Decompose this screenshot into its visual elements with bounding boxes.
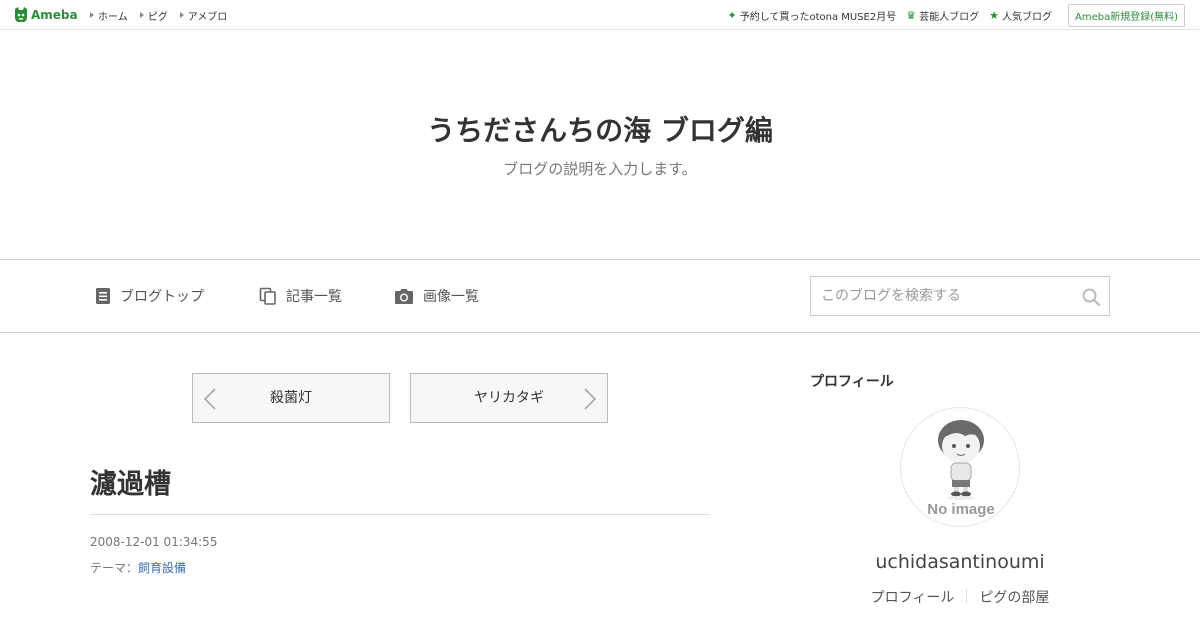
top-nav: ホーム ピグ アメブロ [90, 0, 239, 30]
no-image-avatar-icon: No image [927, 420, 995, 518]
chevron-right-icon [584, 388, 596, 410]
pigg-room-link[interactable]: ピグの部屋 [967, 587, 1061, 607]
logo-text: Ameba [31, 8, 78, 22]
caret-right-icon [179, 12, 184, 18]
blog-title[interactable]: うちださんちの海 ブログ編 [0, 109, 1200, 149]
crown-icon: ♛ [906, 8, 917, 22]
avatar-placeholder-text: No image [927, 501, 995, 518]
blog-search [810, 276, 1110, 316]
entry-theme: テーマ：飼育設備 [90, 559, 186, 576]
next-entry-button[interactable]: ヤリカタギ [410, 373, 608, 423]
avatar[interactable]: No image [900, 407, 1020, 527]
ameba-logo[interactable]: Ameba [14, 6, 78, 24]
top-link-label: 芸能人ブログ [919, 11, 980, 23]
top-right-links: ✦ 予約して買ったotona MUSE2月号 ♛ 芸能人ブログ ★ 人気ブログ Ame… [718, 0, 1185, 30]
star-icon: ★ [989, 8, 999, 22]
nav-label: 画像一覧 [423, 289, 479, 305]
blog-nav: ブログトップ 記事一覧 画像一覧 [0, 259, 1200, 333]
nav-blog-top[interactable]: ブログトップ [95, 286, 204, 306]
top-link-label: 予約して買ったotona MUSE2月号 [739, 11, 897, 23]
search-icon[interactable] [1081, 287, 1101, 307]
top-nav-pigg[interactable]: ピグ [139, 8, 168, 23]
chevron-left-icon [204, 388, 216, 410]
caret-right-icon [139, 12, 144, 18]
nav-entry-list[interactable]: 記事一覧 [259, 286, 342, 306]
document-icon [96, 288, 110, 304]
entry-title[interactable]: 濾過槽 [90, 462, 171, 501]
blog-description: ブログの説明を入力します。 [503, 160, 697, 178]
top-nav-label: アメブロ [187, 11, 228, 23]
blog-header: うちださんちの海 ブログ編 ブログの説明を入力します。 [0, 31, 1200, 259]
prev-entry-label: 殺菌灯 [270, 390, 312, 406]
profile-heading: プロフィール [810, 374, 894, 390]
top-link-label: 人気ブログ [1001, 11, 1052, 23]
top-nav-label: ホーム [98, 11, 128, 23]
search-input[interactable] [811, 277, 1071, 315]
profile-username[interactable]: uchidasantinoumi [810, 551, 1110, 573]
nav-label: 記事一覧 [286, 289, 342, 305]
title-divider [90, 514, 710, 515]
ameba-logo-icon [15, 7, 27, 22]
next-entry-label: ヤリカタギ [474, 390, 544, 406]
profile-link[interactable]: プロフィール [859, 587, 967, 607]
top-nav-home[interactable]: ホーム [90, 8, 128, 23]
register-button[interactable]: Ameba新規登録(無料) [1067, 3, 1185, 27]
nav-label: ブログトップ [120, 289, 204, 305]
prev-entry-button[interactable]: 殺菌灯 [192, 373, 390, 423]
theme-link[interactable]: 飼育設備 [138, 561, 186, 575]
camera-icon [395, 289, 413, 304]
top-nav-label: ピグ [147, 11, 168, 23]
profile-links: プロフィール ピグの部屋 [810, 587, 1110, 607]
top-nav-ameblo[interactable]: アメブロ [179, 8, 228, 23]
top-link-promo[interactable]: ✦ 予約して買ったotona MUSE2月号 [728, 8, 897, 23]
copy-icon [259, 287, 276, 305]
theme-prefix: テーマ： [90, 561, 139, 575]
nav-image-list[interactable]: 画像一覧 [394, 286, 479, 306]
top-link-popular-blog[interactable]: ★ 人気ブログ [989, 8, 1052, 23]
entry-date: 2008-12-01 01:34:55 [90, 535, 218, 549]
sparkle-icon: ✦ [727, 8, 737, 22]
caret-right-icon [90, 12, 94, 18]
top-link-celebrity-blog[interactable]: ♛ 芸能人ブログ [906, 8, 979, 23]
top-bar: Ameba ホーム ピグ アメブロ ✦ 予約して買ったotona MUSE2月号 … [0, 0, 1200, 30]
